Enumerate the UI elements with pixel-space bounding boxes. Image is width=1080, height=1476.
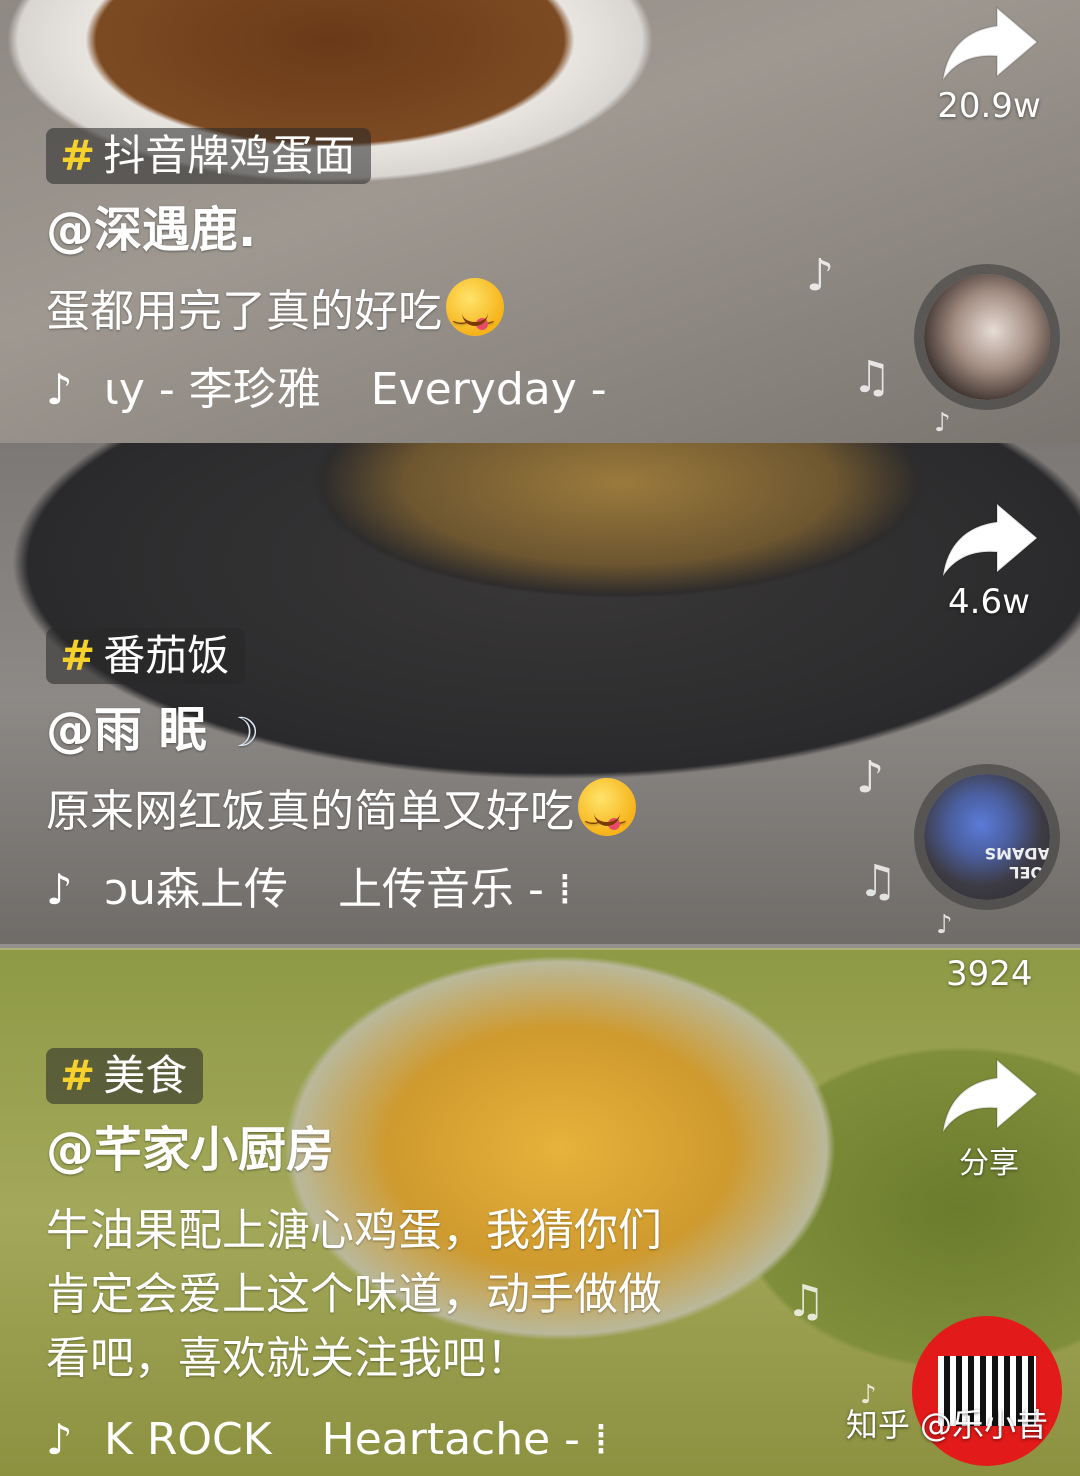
video-description-line-3: 看吧，喜欢就关注我吧！ — [46, 1333, 530, 1384]
floating-note-icon: ♫ — [786, 1276, 826, 1327]
hash-icon: # — [60, 131, 96, 180]
username[interactable]: @芊家小厨房 — [46, 1120, 334, 1180]
share-count: 4.6w — [948, 582, 1030, 622]
username[interactable]: @深遇鹿. — [46, 200, 256, 260]
share-label: 分享 — [959, 1146, 1019, 1181]
music-marquee[interactable]: ♪ ιy - 李珍雅 Everyday - — [46, 362, 607, 418]
hash-icon: # — [60, 1051, 96, 1100]
share-button[interactable]: 4.6w — [934, 500, 1044, 622]
hashtag-label: 番茄饭 — [103, 631, 230, 680]
disc-label: JOEL ADAMS — [984, 844, 1051, 882]
music-title-a: K ROCK — [104, 1414, 272, 1465]
hashtag-chip[interactable]: # 抖音牌鸡蛋面 — [46, 128, 372, 184]
hash-icon: # — [60, 631, 96, 680]
watermark: 知乎 @乐小昔 — [845, 1406, 1048, 1444]
yum-face-emoji — [578, 778, 636, 846]
hashtag-chip[interactable]: # 番茄饭 — [46, 628, 246, 684]
music-marquee[interactable]: ♪ K ROCK Heartache - ⁞ — [46, 1412, 608, 1468]
music-note-icon: ♪ — [46, 365, 73, 414]
hashtag-label: 抖音牌鸡蛋面 — [103, 131, 356, 180]
floating-note-icon: ♫ — [858, 856, 898, 907]
share-count: 20.9w — [937, 86, 1041, 126]
floating-note-icon: ♪ — [856, 752, 885, 803]
description-text: 原来网红饭真的简单又好吃 — [46, 786, 574, 837]
music-disc[interactable] — [914, 264, 1060, 410]
music-title-b: Everyday - — [370, 364, 607, 415]
album-cover — [924, 274, 1050, 400]
username[interactable]: @雨 眠 ☽ — [46, 700, 259, 763]
hashtag-chip[interactable]: # 美食 — [46, 1048, 204, 1104]
share-button[interactable]: 分享 — [934, 1056, 1044, 1182]
divider — [0, 944, 1080, 950]
music-note-icon: ♪ — [46, 1415, 73, 1464]
floating-note-icon: ♪ — [934, 408, 951, 438]
video-description: 原来网红饭真的简单又好吃 — [46, 778, 636, 846]
music-disc[interactable]: JOEL ADAMS — [914, 764, 1060, 910]
music-note-icon: ♪ — [46, 865, 73, 914]
floating-note-icon: ♫ — [852, 352, 892, 403]
comment-count: 3924 — [946, 954, 1033, 994]
music-title-b: Heartache - ⁞ — [321, 1414, 609, 1465]
username-text: @雨 眠 — [46, 702, 207, 758]
music-marquee[interactable]: ♪ ɔu森上传 上传音乐 - ⁞ — [46, 862, 572, 918]
share-arrow-icon — [942, 501, 1039, 577]
music-title-b: 上传音乐 - ⁞ — [338, 864, 572, 915]
floating-note-icon: ♪ — [936, 910, 953, 940]
share-arrow-icon — [942, 1057, 1039, 1133]
video-description-line-1: 牛油果配上溏心鸡蛋，我猜你们 — [46, 1205, 662, 1256]
share-button[interactable]: 20.9w — [934, 4, 1044, 126]
share-arrow-icon — [942, 5, 1039, 81]
music-title-a: ιy - 李珍雅 — [104, 364, 321, 415]
description-text: 蛋都用完了真的好吃 — [46, 286, 442, 337]
music-title-a: ɔu森上传 — [104, 864, 289, 915]
floating-note-icon: ♪ — [806, 250, 835, 301]
video-description-line-2: 肯定会爱上这个味道，动手做做 — [46, 1269, 662, 1320]
hashtag-label: 美食 — [103, 1051, 188, 1100]
yum-face-emoji — [446, 278, 504, 346]
moon-balloon-icon: ☽ — [223, 710, 260, 756]
video-description: 蛋都用完了真的好吃 — [46, 278, 504, 346]
